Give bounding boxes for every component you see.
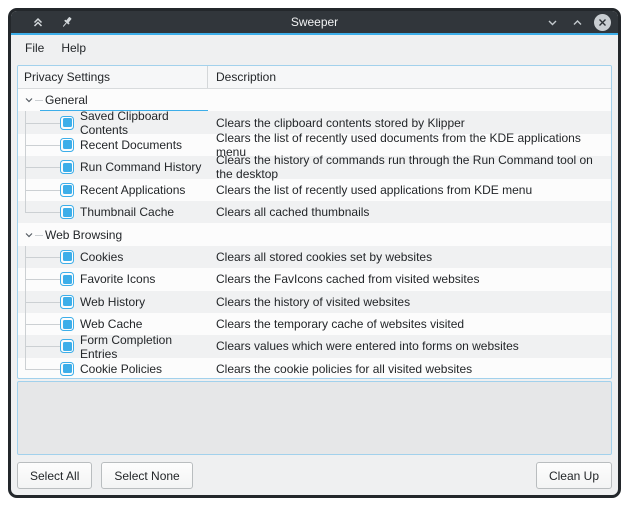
checkbox-check [63,297,72,306]
details-panel[interactable] [17,381,612,455]
tree-header: Privacy Settings Description [18,66,611,89]
group-description-cell [208,223,611,245]
checkbox-check [63,163,72,172]
tree-item-label[interactable]: Cookie Policies [80,362,162,376]
tree-item-description: Clears values which were entered into fo… [208,335,611,357]
checkbox[interactable] [60,295,74,309]
tree-item-label[interactable]: Saved Clipboard Contents [80,109,208,137]
tree-item-label[interactable]: Thumbnail Cache [80,205,174,219]
pin-icon[interactable] [59,14,75,30]
checkbox[interactable] [60,272,74,286]
window-title: Sweeper [11,15,618,29]
tree-branch-line [25,369,60,370]
checkbox[interactable] [60,339,74,353]
clean-up-button[interactable]: Clean Up [536,462,612,489]
checkbox[interactable] [60,183,74,197]
checkbox-check [63,320,72,329]
tree-branch-line [25,279,60,280]
tree-branch-line [35,100,43,101]
button-row: Select All Select None Clean Up [17,462,612,489]
close-icon[interactable] [594,14,611,31]
tree-branch-line [35,235,43,236]
checkbox-check [63,185,72,194]
checkbox-check [63,140,72,149]
tree-branch-line [25,358,26,369]
tree-branch-line [25,201,26,212]
chevron-down-icon[interactable] [544,14,560,30]
tree-item-description: Clears the cookie policies for all visit… [208,358,611,379]
checkbox[interactable] [60,362,74,376]
checkbox[interactable] [60,116,74,130]
tree-branch-line [25,123,60,124]
tree-item-label[interactable]: Run Command History [80,160,201,174]
menu-help[interactable]: Help [61,41,86,55]
tree-item-description: Clears all cached thumbnails [208,201,611,223]
tree-branch-line [25,212,60,213]
select-all-button[interactable]: Select All [17,462,92,489]
keep-above-icon[interactable] [30,14,46,30]
checkbox-check [63,118,72,127]
tree-branch-line [25,257,60,258]
tree-item-row[interactable]: Cookies Clears all stored cookies set by… [18,246,611,268]
content-area: Privacy Settings Description General Sav… [11,61,618,495]
tree-item-label[interactable]: Cookies [80,250,123,264]
tree-branch-line [25,167,60,168]
tree-item-label[interactable]: Web History [80,295,145,309]
tree-rows: General Saved Clipboard Contents Clears … [18,89,611,379]
tree-item-row[interactable]: Cookie Policies Clears the cookie polici… [18,358,611,379]
app-window: Sweeper File Help Privacy Settings Descr… [8,8,621,498]
tree-branch-line [25,190,60,191]
tree-branch-line [25,302,60,303]
tree-item-row[interactable]: Form Completion Entries Clears values wh… [18,335,611,357]
checkbox-check [63,342,72,351]
privacy-settings-tree: Privacy Settings Description General Sav… [17,65,612,379]
expander-chevron-down-icon[interactable] [23,229,35,241]
tree-item-description: Clears the FavIcons cached from visited … [208,268,611,290]
checkbox-check [63,252,72,261]
checkbox-check [63,275,72,284]
tree-item-description: Clears all stored cookies set by website… [208,246,611,268]
tree-item-description: Clears the temporary cache of websites v… [208,313,611,335]
tree-item-description: Clears the history of visited websites [208,291,611,313]
group-label[interactable]: Web Browsing [45,228,122,242]
tree-group-row[interactable]: Web Browsing [18,223,611,245]
menubar: File Help [11,35,618,61]
expander-chevron-down-icon[interactable] [23,94,35,106]
menu-file[interactable]: File [25,41,44,55]
tree-item-row[interactable]: Thumbnail Cache Clears all cached thumbn… [18,201,611,223]
column-header-description[interactable]: Description [208,66,611,88]
checkbox-check [63,364,72,373]
tree-branch-line [25,145,60,146]
tree-branch-line [25,324,60,325]
chevron-up-icon[interactable] [569,14,585,30]
tree-item-label[interactable]: Web Cache [80,317,142,331]
column-header-privacy-settings[interactable]: Privacy Settings [18,66,208,88]
checkbox[interactable] [60,317,74,331]
checkbox[interactable] [60,160,74,174]
group-description-cell [208,89,611,111]
tree-item-label[interactable]: Recent Documents [80,138,182,152]
tree-item-row[interactable]: Run Command History Clears the history o… [18,156,611,178]
tree-branch-line [25,346,60,347]
tree-item-row[interactable]: Favorite Icons Clears the FavIcons cache… [18,268,611,290]
tree-item-description: Clears the list of recently used applica… [208,179,611,201]
select-none-button[interactable]: Select None [101,462,192,489]
tree-item-label[interactable]: Favorite Icons [80,272,155,286]
group-label[interactable]: General [45,93,88,107]
titlebar: Sweeper [11,11,618,33]
tree-item-row[interactable]: Recent Applications Clears the list of r… [18,179,611,201]
checkbox[interactable] [60,250,74,264]
checkbox[interactable] [60,138,74,152]
tree-item-row[interactable]: Web History Clears the history of visite… [18,291,611,313]
tree-item-description: Clears the history of commands run throu… [208,156,611,178]
checkbox-check [63,208,72,217]
tree-item-label[interactable]: Recent Applications [80,183,185,197]
checkbox[interactable] [60,205,74,219]
tree-item-label[interactable]: Form Completion Entries [80,333,208,361]
